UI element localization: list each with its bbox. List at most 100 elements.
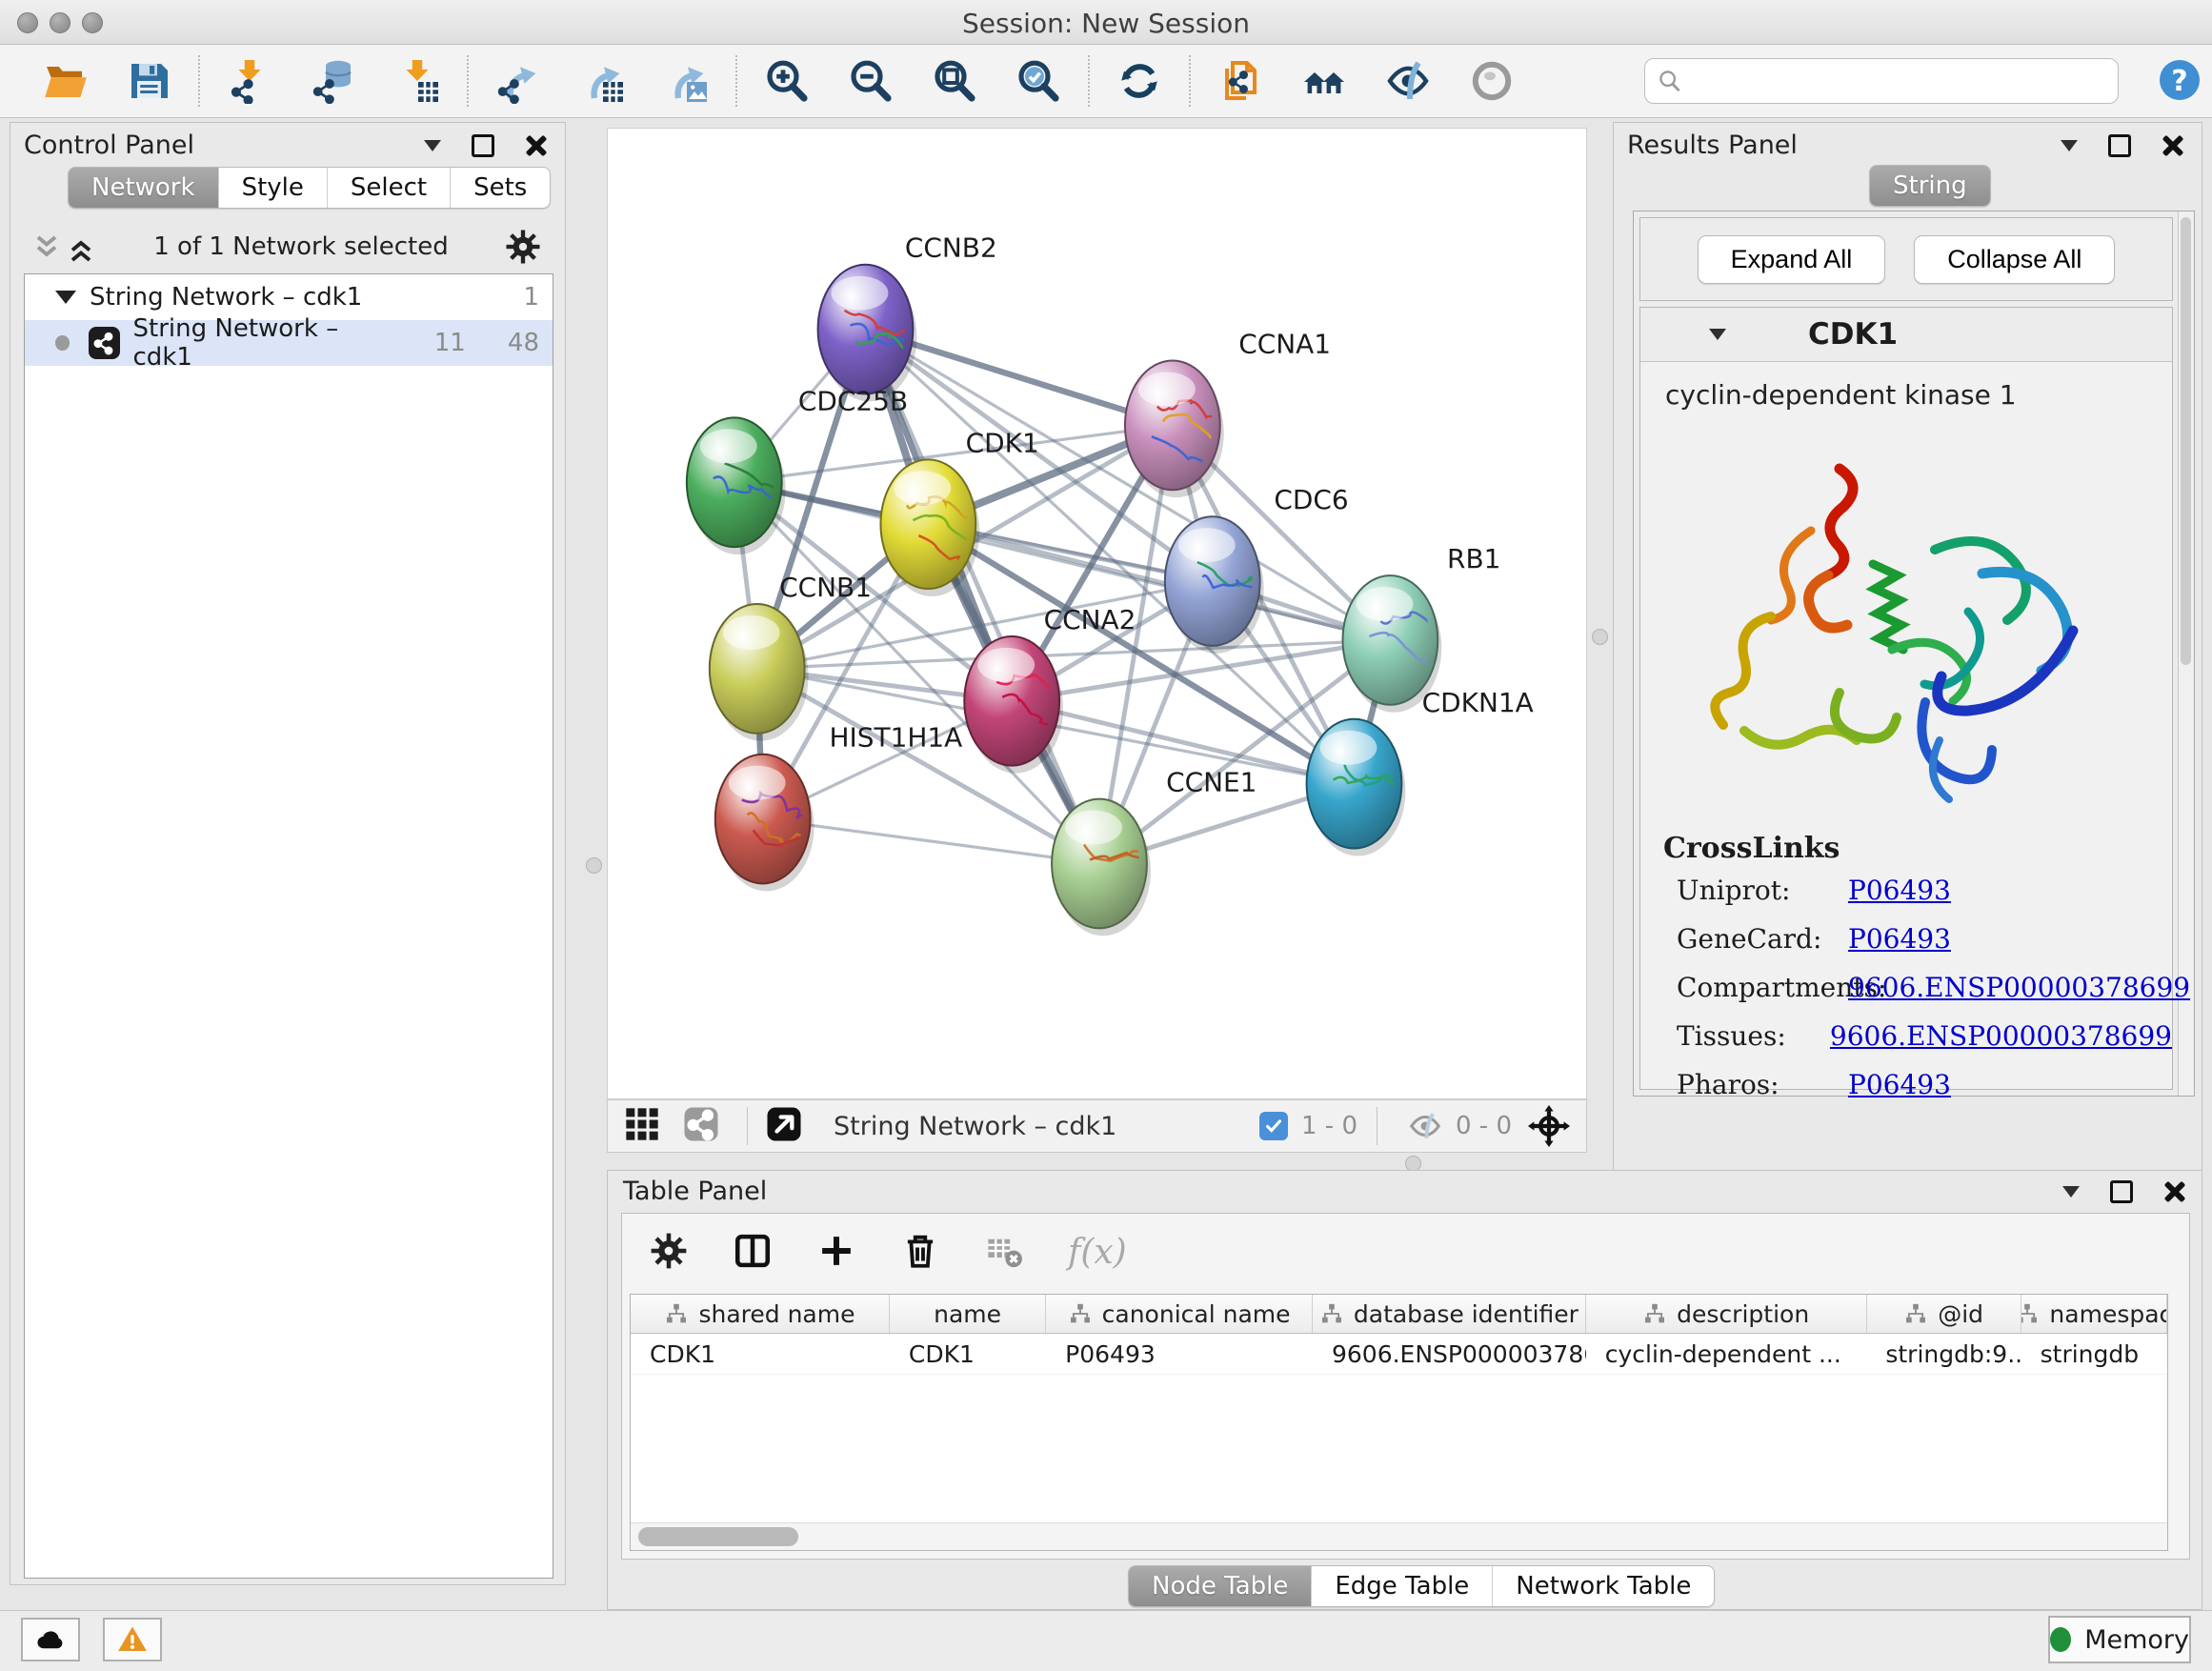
network-type-icon[interactable] <box>682 1105 724 1147</box>
export-network-icon[interactable] <box>493 56 543 106</box>
tab-network[interactable]: Network <box>69 168 218 208</box>
zoom-in-icon[interactable] <box>762 56 812 106</box>
tab-style[interactable]: Style <box>218 168 327 208</box>
warning-icon <box>116 1623 149 1656</box>
column-header-namespac[interactable]: namespac <box>2021 1295 2167 1333</box>
search-input[interactable] <box>1691 67 2118 95</box>
import-table-file-icon[interactable] <box>392 56 442 106</box>
node-label: CDC6 <box>1274 484 1348 515</box>
preview-icon[interactable] <box>1467 56 1517 106</box>
network-node-ccne1[interactable]: CCNE1 <box>1052 767 1257 936</box>
column-header-description[interactable]: description <box>1586 1295 1867 1333</box>
network-node-hist1h1a[interactable]: HIST1H1A <box>715 722 962 892</box>
crosslink-link[interactable]: 9606.ENSP00000378699 <box>1830 1020 2172 1052</box>
control-panel: Control Panel NetworkStyleSelectSets 1 o… <box>10 122 566 1585</box>
network-row-selected[interactable]: String Network – cdk1 11 48 <box>25 320 553 366</box>
network-selection-row: 1 of 1 Network selected <box>30 226 548 268</box>
right-splitter-handle[interactable] <box>1592 629 1608 645</box>
scrollbar-thumb[interactable] <box>638 1527 798 1546</box>
birdseye-navigator-icon[interactable] <box>1527 1104 1571 1148</box>
close-panel-icon[interactable] <box>525 134 548 157</box>
collection-expander-icon[interactable] <box>55 291 76 304</box>
selected-checkbox-icon[interactable] <box>1259 1112 1288 1140</box>
show-columns-icon[interactable] <box>733 1231 774 1273</box>
toolbar-separator <box>467 55 469 107</box>
tab-sets[interactable]: Sets <box>450 168 550 208</box>
collapse-all-button[interactable]: Collapse All <box>1914 235 2115 284</box>
zoom-out-icon[interactable] <box>846 56 895 106</box>
node-label: RB1 <box>1447 543 1500 574</box>
network-node-ccnb1[interactable]: CCNB1 <box>710 572 872 741</box>
node-section-header[interactable]: CDK1 <box>1640 308 2172 362</box>
memory-button[interactable]: Memory <box>2048 1616 2191 1663</box>
zoom-selected-icon[interactable] <box>1014 56 1063 106</box>
network-options-gear-icon[interactable] <box>504 228 542 266</box>
network-collection-row[interactable]: String Network – cdk1 1 <box>25 274 553 320</box>
crosslink-link[interactable]: P06493 <box>1848 875 1951 906</box>
crosslink-link[interactable]: P06493 <box>1848 1069 1951 1100</box>
network-edge-count: 48 <box>489 329 539 357</box>
zoom-fit-icon[interactable] <box>930 56 979 106</box>
crosslink-row: Uniprot:P06493 <box>1663 875 2172 906</box>
warnings-button[interactable] <box>103 1618 162 1661</box>
network-from-file-icon[interactable] <box>1216 56 1265 106</box>
grid-view-icon[interactable] <box>623 1105 665 1147</box>
import-network-database-icon[interactable] <box>309 56 358 106</box>
export-table-icon[interactable] <box>577 56 627 106</box>
open-session-icon[interactable] <box>40 56 90 106</box>
export-image-icon[interactable] <box>661 56 711 106</box>
close-panel-icon[interactable] <box>2162 134 2184 157</box>
crosslink-link[interactable]: P06493 <box>1848 923 1951 955</box>
tab-network-table[interactable]: Network Table <box>1492 1566 1714 1606</box>
help-button[interactable]: ? <box>2157 57 2202 103</box>
maximize-panel-icon[interactable] <box>472 134 494 157</box>
network-selection-label: 1 of 1 Network selected <box>98 232 504 261</box>
network-canvas[interactable]: CCNB2CCNA1CDC25BCDK1CDC6RB1CCNB1CCNA2CDK… <box>607 128 1587 1099</box>
maximize-panel-icon[interactable] <box>2110 1180 2133 1203</box>
crosslink-link[interactable]: 9606.ENSP00000378699 <box>1848 972 2190 1003</box>
maximize-panel-icon[interactable] <box>2108 134 2131 157</box>
table-horizontal-scrollbar[interactable] <box>631 1522 2167 1550</box>
hide-panels-icon[interactable] <box>1383 56 1433 106</box>
tab-edge-table[interactable]: Edge Table <box>1311 1566 1492 1606</box>
table-row[interactable]: CDK1CDK1P064939606.ENSP00000378699cyclin… <box>631 1334 2167 1375</box>
float-panel-icon[interactable] <box>2061 140 2078 151</box>
table-cell: 9606.ENSP00000378699 <box>1313 1334 1586 1374</box>
delete-column-icon[interactable] <box>900 1231 942 1273</box>
toolbar-separator <box>1088 55 1090 107</box>
tab-string[interactable]: String <box>1870 166 1990 206</box>
detach-view-icon[interactable] <box>765 1105 807 1147</box>
import-network-file-icon[interactable] <box>225 56 274 106</box>
tab-select[interactable]: Select <box>327 168 450 208</box>
save-session-icon[interactable] <box>124 56 173 106</box>
float-panel-icon[interactable] <box>424 140 441 151</box>
left-splitter-handle[interactable] <box>586 857 602 874</box>
expand-all-icon[interactable] <box>64 232 98 262</box>
column-header-@id[interactable]: @id <box>1867 1295 2021 1333</box>
close-panel-icon[interactable] <box>2163 1180 2186 1203</box>
cloud-button[interactable] <box>21 1618 80 1661</box>
crosslink-label: Compartments: <box>1663 972 1848 1003</box>
network-node-cdkn1a[interactable]: CDKN1A <box>1307 687 1534 856</box>
column-header-database-identifier[interactable]: database identifier <box>1313 1295 1586 1333</box>
network-tree: String Network – cdk1 1 String Network –… <box>24 273 553 1579</box>
tab-node-table[interactable]: Node Table <box>1129 1566 1311 1606</box>
add-column-icon[interactable] <box>816 1231 858 1273</box>
column-header-name[interactable]: name <box>890 1295 1046 1333</box>
table-options-gear-icon[interactable] <box>649 1231 691 1273</box>
expand-all-button[interactable]: Expand All <box>1698 235 1886 284</box>
column-header-shared-name[interactable]: shared name <box>631 1295 890 1333</box>
crosslink-row: Compartments:9606.ENSP00000378699 <box>1663 972 2172 1003</box>
collapse-all-icon[interactable] <box>30 232 64 262</box>
refresh-icon[interactable] <box>1115 56 1164 106</box>
home-icon[interactable] <box>1299 56 1349 106</box>
column-header-canonical-name[interactable]: canonical name <box>1046 1295 1313 1333</box>
network-node-ccna1[interactable]: CCNA1 <box>1125 329 1331 498</box>
float-panel-icon[interactable] <box>2062 1186 2080 1198</box>
network-node-ccna2[interactable]: CCNA2 <box>964 604 1136 774</box>
results-scrollbar[interactable] <box>2178 211 2194 1096</box>
section-expander-icon[interactable] <box>1709 329 1726 340</box>
network-graph[interactable]: CCNB2CCNA1CDC25BCDK1CDC6RB1CCNB1CCNA2CDK… <box>608 129 1586 1098</box>
network-node-ccnb2[interactable]: CCNB2 <box>818 232 997 402</box>
results-panel-title: Results Panel <box>1627 131 1798 160</box>
